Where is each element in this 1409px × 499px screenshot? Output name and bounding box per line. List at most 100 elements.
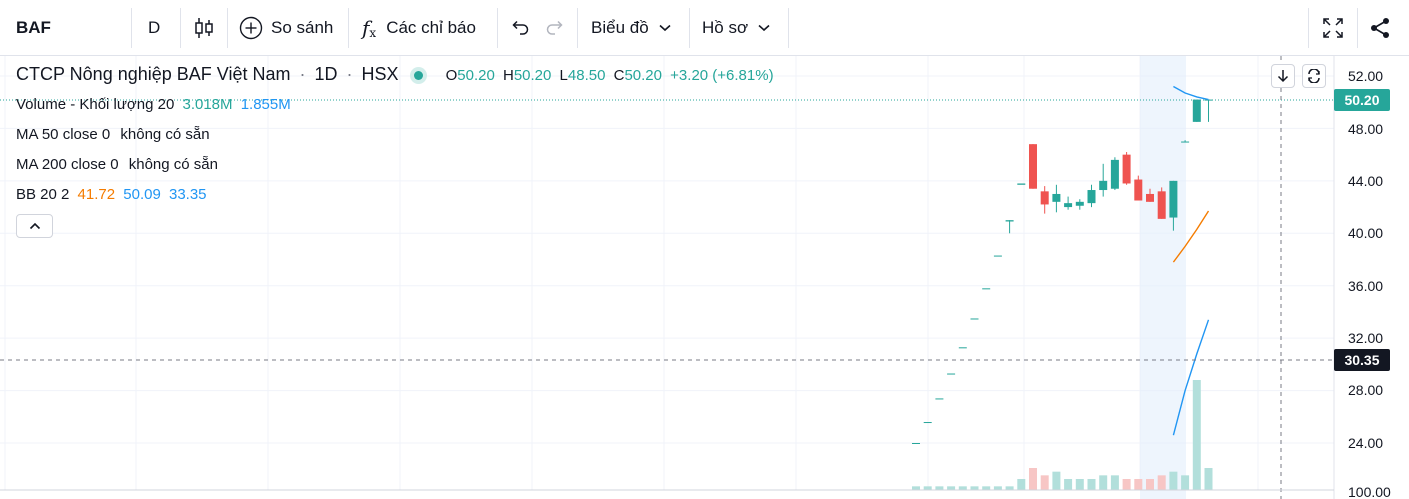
price-tick: 32.00 (1348, 330, 1384, 346)
ma200-legend[interactable]: MA 200 close 0 không có sẵn (16, 156, 218, 173)
chart-menu-button[interactable]: Biểu đồ (591, 0, 671, 56)
chevron-up-icon (29, 222, 40, 230)
price-tick: 36.00 (1348, 278, 1384, 294)
collapse-legend-button[interactable] (16, 214, 53, 238)
symbol-title[interactable]: CTCP Nông nghiệp BAF Việt Nam (16, 64, 290, 84)
volume-bar (1181, 475, 1190, 490)
candle-body (1099, 180, 1108, 191)
undo-icon[interactable] (508, 0, 532, 56)
bb-legend[interactable]: BB 20 2 41.72 50.09 33.35 (16, 186, 207, 203)
volume-bar (1192, 380, 1201, 490)
volume-bar (1134, 479, 1143, 490)
market-status-dot[interactable] (413, 70, 423, 80)
crosshair-price-badge: 30.35 (1334, 349, 1390, 371)
volume-bar (1099, 475, 1108, 490)
bb-label: BB 20 2 (16, 186, 70, 203)
indicators-label: Các chỉ báo (386, 18, 476, 37)
chevron-down-icon (659, 24, 671, 32)
volume-bar (1146, 479, 1154, 490)
volume-bar (935, 486, 944, 490)
bb-upper-value: 50.09 (123, 186, 161, 203)
legend-separator: · (346, 64, 353, 84)
indicators-button[interactable]: fx Các chỉ báo (362, 0, 476, 56)
compare-button[interactable]: So sánh (239, 0, 333, 56)
candle-body (1169, 180, 1178, 218)
volume-value: 3.018M (182, 96, 233, 113)
compare-label: So sánh (271, 18, 334, 37)
bb-basis-value: 41.72 (77, 186, 116, 203)
redo-icon[interactable] (543, 0, 567, 56)
candle-body (1064, 203, 1073, 208)
volume-bar (1157, 475, 1166, 490)
legend-interval: 1D (314, 64, 338, 84)
volume-bar (1087, 479, 1096, 490)
last-price-badge: 50.20 (1334, 89, 1390, 111)
top-toolbar: BAF D So sánh fx Các chỉ báo Biểu đồ Hồ … (0, 0, 1409, 56)
high-value: 50.20 (513, 67, 552, 84)
volume-bar (1169, 471, 1178, 490)
close-label: C (613, 67, 625, 84)
ma50-value: không có sẵn (120, 126, 210, 143)
reset-chart-button[interactable] (1302, 64, 1326, 88)
open-value: 50.20 (457, 67, 495, 84)
profile-menu-button[interactable]: Hồ sơ (702, 0, 770, 56)
candle-body (958, 347, 967, 349)
price-tick: 40.00 (1348, 225, 1384, 241)
candle-body (947, 373, 956, 375)
chevron-down-icon (758, 24, 770, 32)
candle-body (935, 398, 944, 400)
candle-body (1146, 193, 1154, 202)
candle-body (1157, 191, 1166, 219)
fullscreen-icon[interactable] (1320, 0, 1346, 56)
share-icon[interactable] (1368, 0, 1392, 56)
candlestick-type-icon[interactable] (190, 0, 218, 56)
volume-bar (982, 486, 991, 490)
reset-icon (1308, 69, 1320, 83)
price-chart[interactable] (0, 56, 1409, 499)
volume-bar (1064, 479, 1073, 490)
candle-body (1110, 159, 1119, 189)
scroll-to-realtime-button[interactable] (1271, 64, 1295, 88)
bb-lower-value: 33.35 (168, 186, 207, 203)
volume-bar (1017, 479, 1026, 490)
open-label: O (445, 67, 458, 84)
candle-body (1204, 99, 1213, 101)
low-label: L (559, 67, 568, 84)
symbol-search-button[interactable]: BAF (16, 0, 51, 56)
volume-bar (1122, 479, 1131, 490)
candle-body (1134, 179, 1143, 201)
candle-body (1075, 201, 1084, 206)
volume-bar (947, 486, 956, 490)
volume-legend[interactable]: Volume - Khối lượng 20 3.018M 1.855M (16, 96, 291, 113)
volume-ma-value: 1.855M (240, 96, 291, 113)
candle-body (993, 255, 1002, 257)
volume-bar (1040, 475, 1049, 490)
toolbar-divider (131, 8, 132, 48)
ma50-legend[interactable]: MA 50 close 0 không có sẵn (16, 126, 210, 143)
candle-body (1087, 190, 1096, 204)
ma200-label: MA 200 close 0 (16, 156, 119, 173)
volume-bar (993, 486, 1002, 490)
toolbar-divider (1357, 8, 1358, 48)
volume-bar (970, 486, 979, 490)
toolbar-divider (497, 8, 498, 48)
price-tick: 48.00 (1348, 121, 1384, 137)
toolbar-divider (788, 8, 789, 48)
interval-button[interactable]: D (148, 0, 160, 56)
candle-body (970, 318, 979, 320)
toolbar-divider (1308, 8, 1309, 48)
chart-menu-label: Biểu đồ (591, 18, 649, 37)
legend-separator: · (299, 64, 306, 84)
ma200-value: không có sẵn (128, 156, 218, 173)
candle-body (923, 422, 932, 424)
candle-body (1192, 99, 1201, 122)
volume-bar (912, 486, 920, 490)
candle-body (912, 443, 920, 444)
toolbar-divider (689, 8, 690, 48)
price-change: +3.20 (+6.81%) (670, 67, 774, 84)
selected-range-highlight (1140, 56, 1186, 499)
toolbar-divider (227, 8, 228, 48)
price-tick: 28.00 (1348, 382, 1384, 398)
candle-body (1029, 144, 1037, 189)
low-value: 48.50 (567, 67, 606, 84)
